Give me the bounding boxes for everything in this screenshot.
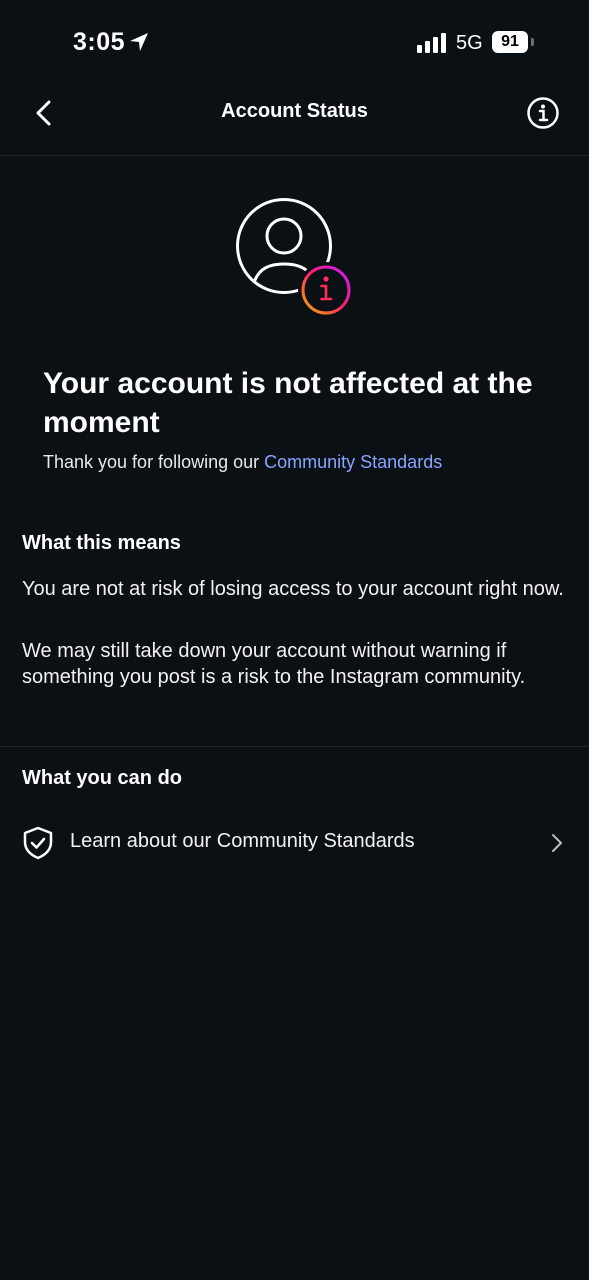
subtitle-prefix: Thank you for following our	[43, 452, 265, 472]
shield-check-icon	[23, 826, 53, 860]
status-time: 3:05	[73, 28, 126, 56]
nav-bar: Account Status	[0, 88, 589, 156]
explanation-paragraph: You are not at risk of losing access to …	[22, 578, 564, 600]
page-title: Account Status	[221, 100, 368, 122]
section-divider	[0, 746, 589, 747]
status-subtitle: Thank you for following our Community St…	[43, 452, 442, 473]
community-standards-link[interactable]: Community Standards	[264, 452, 442, 472]
section-heading-what-you-can-do: What you can do	[22, 767, 182, 789]
battery-tip	[531, 38, 534, 46]
learn-community-standards-row[interactable]: Learn about our Community Standards	[0, 816, 589, 872]
cellular-signal-icon	[417, 33, 446, 53]
row-label: Learn about our Community Standards	[70, 830, 415, 852]
location-arrow-icon	[130, 33, 148, 51]
battery-icon: 91	[492, 31, 528, 53]
status-bar: 3:05 5G 91	[0, 0, 589, 88]
status-headline: Your account is not affected at the mome…	[43, 367, 533, 439]
info-icon[interactable]	[526, 96, 560, 130]
battery-level: 91	[501, 33, 519, 50]
chevron-right-icon	[552, 834, 562, 852]
account-status-illustration	[236, 198, 354, 318]
warning-paragraph: We may still take down your account with…	[22, 640, 526, 688]
network-type: 5G	[456, 32, 483, 54]
section-heading-what-this-means: What this means	[22, 532, 181, 554]
